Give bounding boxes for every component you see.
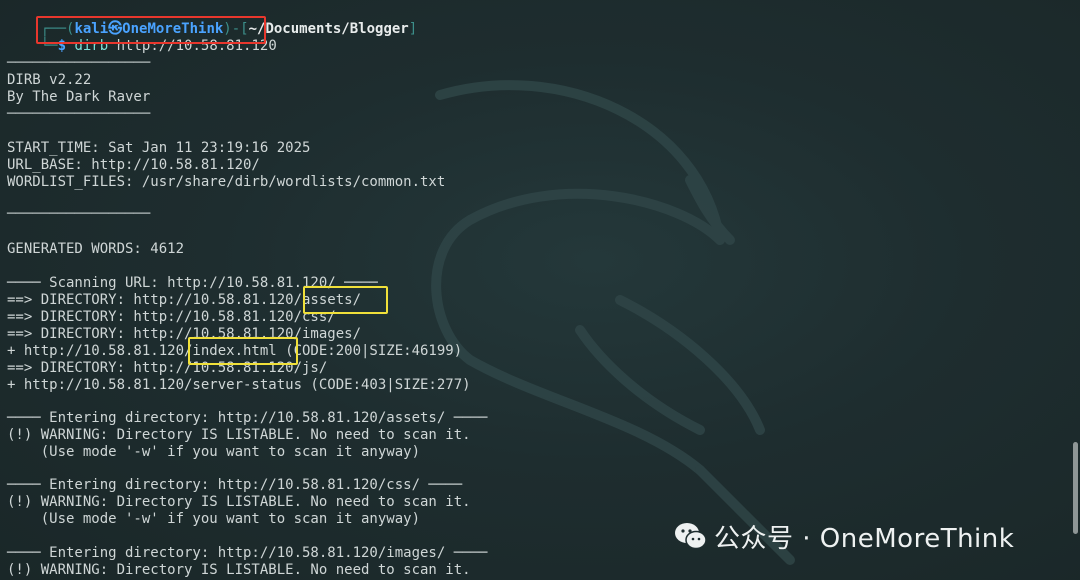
- dirb-author: By The Dark Raver: [7, 89, 151, 105]
- use-mode-hint: (Use mode '-w' if you want to scan it an…: [7, 511, 421, 527]
- found-server-status: + http://10.58.81.120/server-status (COD…: [7, 377, 471, 393]
- vertical-scrollbar[interactable]: [1070, 0, 1080, 580]
- entering-assets: ──── Entering directory: http://10.58.81…: [7, 410, 488, 426]
- watermark-text: 公众号 · OneMoreThink: [714, 523, 1015, 554]
- warning-listable: (!) WARNING: Directory IS LISTABLE. No n…: [7, 494, 471, 510]
- wordlist-files: WORDLIST_FILES: /usr/share/dirb/wordlist…: [7, 174, 446, 190]
- watermark: 公众号 · OneMoreThink: [674, 516, 1014, 556]
- warning-listable: (!) WARNING: Directory IS LISTABLE. No n…: [7, 562, 471, 578]
- start-time: START_TIME: Sat Jan 11 23:19:16 2025: [7, 140, 311, 156]
- prompt-frame-close: ]: [408, 21, 418, 37]
- separator-rule: ─────────────────: [7, 55, 151, 71]
- separator-rule: ─────────────────: [7, 206, 151, 222]
- directory-css: ==> DIRECTORY: http://10.58.81.120/css/: [7, 309, 336, 325]
- terminal-window[interactable]: ┌──(kali㉿OneMoreThink)-[~/Documents/Blog…: [0, 0, 1080, 580]
- dirb-version: DIRB v2.22: [7, 72, 92, 88]
- scrollbar-thumb[interactable]: [1073, 442, 1078, 534]
- warning-listable: (!) WARNING: Directory IS LISTABLE. No n…: [7, 427, 471, 443]
- command-highlight-box: [36, 16, 266, 44]
- use-mode-hint: (Use mode '-w' if you want to scan it an…: [7, 444, 421, 460]
- wechat-icon: [675, 523, 707, 550]
- directory-images: ==> DIRECTORY: http://10.58.81.120/image…: [7, 326, 362, 342]
- index-html-highlight-box: [188, 337, 298, 365]
- separator-rule: ─────────────────: [7, 106, 151, 122]
- generated-words: GENERATED WORDS: 4612: [7, 241, 185, 257]
- url-base: URL_BASE: http://10.58.81.120/: [7, 157, 260, 173]
- entering-css: ──── Entering directory: http://10.58.81…: [7, 477, 463, 493]
- entering-images: ──── Entering directory: http://10.58.81…: [7, 545, 488, 561]
- assets-highlight-box: [303, 286, 388, 314]
